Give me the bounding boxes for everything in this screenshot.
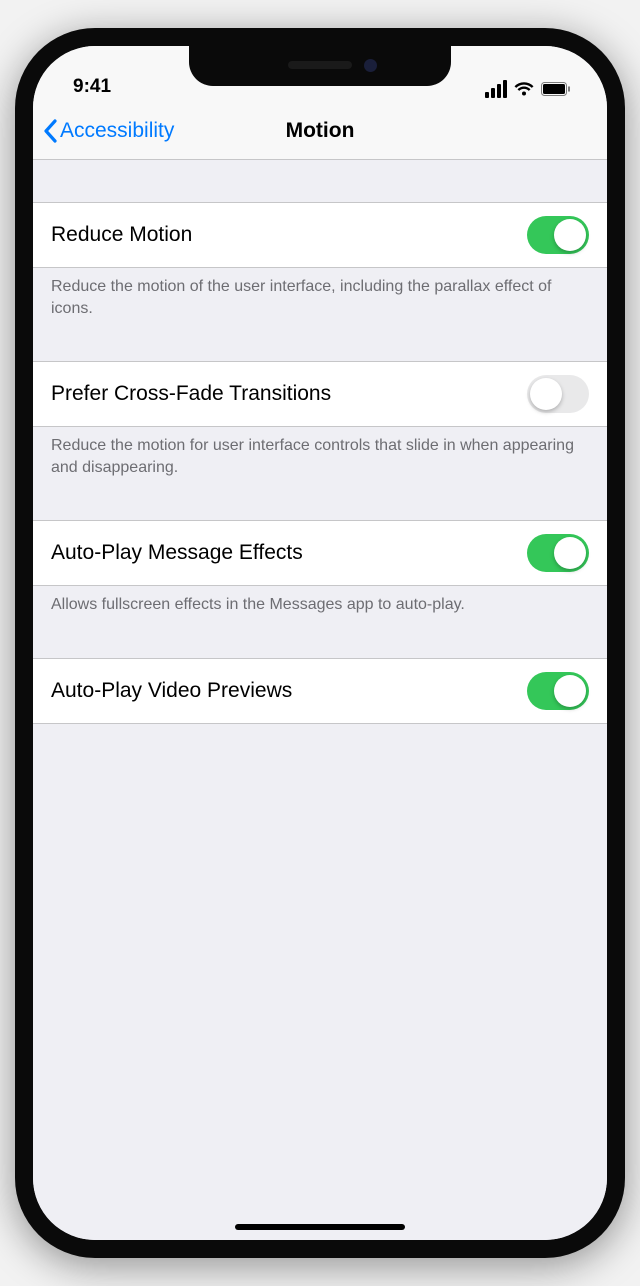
auto-play-video-cell[interactable]: Auto-Play Video Previews bbox=[33, 658, 607, 724]
auto-play-message-label: Auto-Play Message Effects bbox=[51, 541, 303, 565]
status-time: 9:41 bbox=[73, 76, 143, 98]
auto-play-message-toggle[interactable] bbox=[527, 534, 589, 572]
auto-play-message-footer: Allows fullscreen effects in the Message… bbox=[33, 586, 607, 628]
notch bbox=[189, 46, 451, 86]
content: Reduce Motion Reduce the motion of the u… bbox=[33, 160, 607, 1240]
back-label: Accessibility bbox=[60, 119, 174, 143]
reduce-motion-footer: Reduce the motion of the user interface,… bbox=[33, 268, 607, 331]
auto-play-video-toggle[interactable] bbox=[527, 672, 589, 710]
cross-fade-toggle[interactable] bbox=[527, 375, 589, 413]
device-frame: 9:41 Accessibility Motion bbox=[15, 28, 625, 1258]
auto-play-message-cell[interactable]: Auto-Play Message Effects bbox=[33, 520, 607, 586]
cross-fade-cell[interactable]: Prefer Cross-Fade Transitions bbox=[33, 361, 607, 427]
chevron-left-icon bbox=[43, 119, 58, 143]
cellular-signal-icon bbox=[485, 80, 507, 98]
page-title: Motion bbox=[286, 119, 355, 143]
cross-fade-label: Prefer Cross-Fade Transitions bbox=[51, 382, 331, 406]
wifi-icon bbox=[514, 82, 534, 97]
auto-play-video-label: Auto-Play Video Previews bbox=[51, 679, 292, 703]
screen: 9:41 Accessibility Motion bbox=[33, 46, 607, 1240]
reduce-motion-label: Reduce Motion bbox=[51, 223, 192, 247]
cross-fade-footer: Reduce the motion for user interface con… bbox=[33, 427, 607, 490]
home-indicator[interactable] bbox=[235, 1224, 405, 1230]
reduce-motion-cell[interactable]: Reduce Motion bbox=[33, 202, 607, 268]
navigation-bar: Accessibility Motion bbox=[33, 102, 607, 160]
reduce-motion-toggle[interactable] bbox=[527, 216, 589, 254]
battery-icon bbox=[541, 82, 571, 96]
back-button[interactable]: Accessibility bbox=[43, 119, 174, 143]
